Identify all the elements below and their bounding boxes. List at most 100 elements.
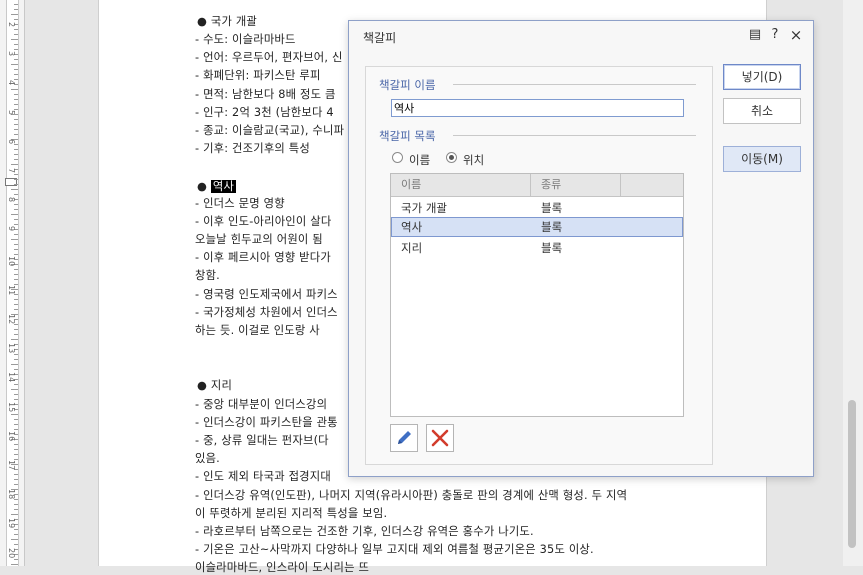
ruler-number: 9 xyxy=(7,226,16,232)
move-button[interactable]: 이동(M) xyxy=(723,146,801,172)
list-item[interactable]: 국가 개괄 블록 xyxy=(391,198,683,218)
ruler-tick xyxy=(11,564,18,565)
ruler-number: 3 xyxy=(7,51,16,57)
doc-line: - 기후: 건조기후의 특성 xyxy=(195,142,310,155)
ruler-tick xyxy=(14,69,18,70)
ruler-number: 15 xyxy=(7,401,16,412)
ruler-tick xyxy=(14,394,18,395)
bookmark-type: 블록 xyxy=(541,201,563,215)
ruler-number: 12 xyxy=(7,314,16,325)
edit-icon xyxy=(398,431,411,444)
ruler-number: 18 xyxy=(7,489,16,500)
ruler-tick xyxy=(11,364,18,365)
sort-by-position-label[interactable]: 위치 xyxy=(463,152,484,168)
ruler-tick xyxy=(11,39,18,40)
dialog-menu-icon[interactable]: ▤ xyxy=(746,26,764,44)
doc-bullet: ● xyxy=(197,180,211,193)
doc-line: - 중앙 대부분이 인더스강의 xyxy=(195,398,328,411)
column-header-name[interactable]: 이름 xyxy=(391,174,531,196)
doc-line: - 수도: 이슬라마바드 xyxy=(195,33,296,46)
scrollbar-thumb[interactable] xyxy=(848,400,856,548)
ruler-tick xyxy=(14,329,18,330)
doc-line: - 인더스강 유역(인도판), 나머지 지역(유라시아판) 충돌로 판의 경계에… xyxy=(195,489,628,502)
ruler-tick xyxy=(14,4,18,5)
vertical-scrollbar[interactable] xyxy=(843,0,863,566)
ruler-tick xyxy=(14,244,18,245)
bookmark-name-label: 책갈피 이름 xyxy=(379,78,436,92)
ruler-tick xyxy=(11,189,18,190)
ruler-tick xyxy=(14,254,18,255)
ruler-tick xyxy=(11,164,18,165)
list-item-selected[interactable]: 역사 블록 xyxy=(391,217,683,237)
sort-by-name-radio[interactable] xyxy=(392,152,403,163)
doc-line: 이 뚜렷하게 분리된 지리적 특성을 보임. xyxy=(195,507,388,520)
column-header-type[interactable]: 종류 xyxy=(531,174,621,196)
ruler-tick xyxy=(14,359,18,360)
ruler-tick xyxy=(14,124,18,125)
ruler-number: 19 xyxy=(7,518,16,529)
doc-line: - 면적: 남한보다 8배 정도 큼 xyxy=(195,88,336,101)
ruler-tick xyxy=(14,279,18,280)
doc-line: - 인더스강이 파키스탄을 관통 xyxy=(195,416,338,429)
doc-line: - 인구: 2억 3천 (남한보다 4 xyxy=(195,106,334,119)
doc-line: ● 국가 개괄 xyxy=(197,15,258,28)
ruler-tick xyxy=(14,74,18,75)
ruler-number: 11 xyxy=(7,284,16,295)
doc-line: - 중, 상류 일대는 펀자브(다 xyxy=(195,434,329,447)
doc-line: - 기온은 고산~사막까지 다양하나 일부 고지대 제외 여름철 평균기온은 3… xyxy=(195,543,594,556)
doc-line: - 인더스 문명 영향 xyxy=(195,197,285,210)
cancel-button[interactable]: 취소 xyxy=(723,98,801,124)
ruler-number: 20 xyxy=(7,547,16,558)
doc-line: 하는 듯. 이걸로 인도랑 사 xyxy=(195,324,320,337)
ruler-number: 2 xyxy=(7,22,16,28)
doc-line: - 영국령 인도제국에서 파키스 xyxy=(195,288,338,301)
divider xyxy=(453,84,696,85)
doc-line: - 언어: 우르두어, 편자브어, 신 xyxy=(195,51,343,64)
bookmark-name: 국가 개괄 xyxy=(401,201,447,215)
ruler-tick xyxy=(14,104,18,105)
doc-line: - 라호르부터 남쪽으로는 건조한 기후, 인더스강 유역은 홍수가 나기도. xyxy=(195,525,534,538)
ruler-number: 13 xyxy=(7,343,16,354)
insert-button[interactable]: 넣기(D) xyxy=(723,64,801,90)
delete-icon xyxy=(431,429,449,447)
ruler-tick xyxy=(14,309,18,310)
ruler-tick xyxy=(14,94,18,95)
bookmark-list[interactable]: 이름 종류 국가 개괄 블록 역사 블록 지리 블록 xyxy=(390,173,684,417)
bookmark-name-input[interactable] xyxy=(391,99,684,117)
ruler-tick xyxy=(14,154,18,155)
ruler-number: 6 xyxy=(7,138,16,144)
sort-by-name-label[interactable]: 이름 xyxy=(409,152,430,168)
ruler-tick xyxy=(14,44,18,45)
bookmark-type: 블록 xyxy=(541,241,563,255)
sort-by-position-radio[interactable] xyxy=(446,152,457,163)
ruler-tick xyxy=(11,214,18,215)
doc-heading: ● 지리 xyxy=(197,379,233,392)
ruler-tick xyxy=(11,14,18,15)
ruler-tick xyxy=(11,389,18,390)
ruler-tick xyxy=(11,339,18,340)
ruler-tick xyxy=(14,479,18,480)
doc-line: - 화폐단위: 파키스탄 루피 xyxy=(195,69,321,82)
doc-line: 오늘날 힌두교의 어원이 됨 xyxy=(195,233,323,246)
ruler-tick xyxy=(14,419,18,420)
ruler-tick xyxy=(14,449,18,450)
delete-bookmark-button[interactable] xyxy=(426,424,454,452)
ruler-tick xyxy=(11,514,18,515)
ruler-tick xyxy=(14,399,18,400)
close-icon[interactable]: × xyxy=(787,26,805,44)
list-item[interactable]: 지리 블록 xyxy=(391,238,683,258)
ruler-number: 16 xyxy=(7,430,16,441)
doc-line: 있음. xyxy=(195,452,220,465)
ruler-number: 10 xyxy=(7,255,16,266)
ruler-tick xyxy=(14,534,18,535)
edit-bookmark-button[interactable] xyxy=(390,424,418,452)
ruler-number: 5 xyxy=(7,109,16,115)
ruler-tick xyxy=(14,474,18,475)
doc-line: - 국가정체성 차원에서 인더스 xyxy=(195,306,338,319)
ruler-tick xyxy=(14,194,18,195)
help-icon[interactable]: ? xyxy=(766,26,784,44)
bookmark-list-label: 책갈피 목록 xyxy=(379,129,436,143)
ruler-tick xyxy=(14,334,18,335)
ruler-tick xyxy=(14,504,18,505)
bookmark-type: 블록 xyxy=(541,220,563,234)
